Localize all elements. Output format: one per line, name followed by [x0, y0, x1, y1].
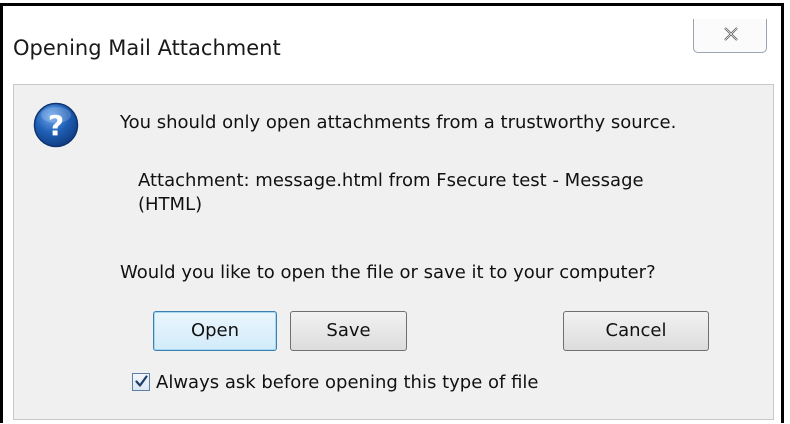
close-icon [724, 27, 738, 41]
dialog-title: Opening Mail Attachment [13, 36, 281, 60]
question-icon: ? [33, 102, 79, 148]
save-button[interactable]: Save [290, 311, 407, 351]
always-ask-label[interactable]: Always ask before opening this type of f… [156, 372, 538, 394]
attachment-info-line-2: (HTML) [138, 194, 203, 215]
attachment-info-line-1: Attachment: message.html from Fsecure te… [138, 170, 644, 191]
checkmark-icon [135, 375, 148, 387]
dialog-body: ? You should only open attachments from … [13, 84, 774, 420]
cancel-button[interactable]: Cancel [563, 311, 709, 351]
open-button[interactable]: Open [153, 311, 277, 351]
open-or-save-question: Would you like to open the file or save … [120, 262, 656, 283]
always-ask-checkbox[interactable] [132, 373, 150, 391]
dialog-window: Opening Mail Attachment ? You should onl… [0, 3, 784, 423]
svg-text:?: ? [48, 109, 64, 142]
warning-heading: You should only open attachments from a … [120, 112, 677, 133]
close-button[interactable] [693, 19, 767, 53]
title-bar: Opening Mail Attachment [3, 6, 781, 78]
